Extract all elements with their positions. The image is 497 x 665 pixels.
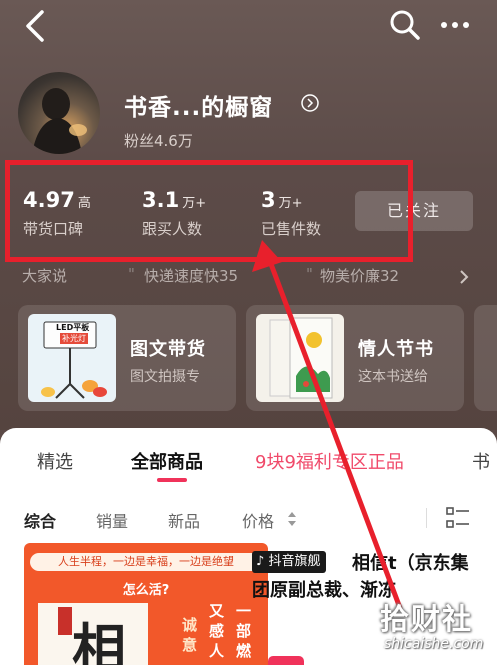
quote-mark: " xyxy=(128,265,135,283)
tab-9-9-promo[interactable]: 9块9福利专区正品 xyxy=(255,448,404,474)
chevron-right-icon[interactable] xyxy=(456,268,472,286)
product-vertical-text: 一部燃 xyxy=(236,602,252,660)
top-bar xyxy=(0,0,497,60)
reviews-label: 大家说 xyxy=(22,267,68,285)
quote-mark: " xyxy=(306,265,313,283)
search-icon[interactable] xyxy=(388,8,422,42)
product-vertical-text: 又感人 xyxy=(209,602,225,660)
card-thumbnail xyxy=(256,314,344,402)
product-slogan: 人生半程，一边是幸福，一边是绝望 xyxy=(30,553,262,571)
thumb-text: LED平板 xyxy=(56,323,90,332)
sort-sales[interactable]: 销量 xyxy=(96,508,128,532)
sort-price[interactable]: 价格 xyxy=(242,508,274,532)
back-arrow-icon[interactable] xyxy=(20,8,50,44)
active-tab-indicator xyxy=(157,478,187,482)
card-subtitle: 图文拍摄专 xyxy=(130,369,200,385)
flagship-badge: ♪ 抖音旗舰 xyxy=(252,551,327,573)
feature-card-image-text[interactable]: LED平板 补光灯 图文带货 图文拍摄专 xyxy=(18,305,236,411)
tab-books[interactable]: 书 xyxy=(472,448,490,474)
tab-featured[interactable]: 精选 xyxy=(37,448,73,474)
feature-card-peek[interactable] xyxy=(474,305,497,411)
avatar[interactable] xyxy=(18,72,100,154)
card-subtitle: 这本书送给 xyxy=(358,369,428,385)
watermark-url: shicaishe.com xyxy=(384,636,484,652)
book-title-char: 相 xyxy=(72,617,126,665)
badge-label: 抖音旗舰 xyxy=(268,554,321,569)
sort-new[interactable]: 新品 xyxy=(168,508,200,532)
fans-count: 粉丝4.6万 xyxy=(124,132,193,150)
card-title: 图文带货 xyxy=(130,339,206,360)
reviews-row[interactable]: 大家说 " 快递速度快35 " 物美价廉32 xyxy=(22,265,482,289)
more-options-icon[interactable] xyxy=(438,10,472,40)
shop-name[interactable]: 书香...的橱窗 xyxy=(124,88,273,122)
review-tag[interactable]: 快递速度快35 xyxy=(144,265,238,286)
divider xyxy=(426,508,427,528)
douyin-logo-icon: ♪ xyxy=(256,554,265,569)
annotation-highlight-box xyxy=(5,160,413,262)
product-slogan-question: 怎么活? xyxy=(122,583,170,598)
card-title: 情人节书 xyxy=(358,339,434,360)
watermark-logo: 拾财社 xyxy=(380,602,474,636)
sort-arrows-icon[interactable] xyxy=(286,510,298,528)
product-image[interactable]: 人生半程，一边是幸福，一边是绝望 怎么活? 相 一部燃 又感人 诚意 xyxy=(24,543,268,665)
price-tag xyxy=(268,656,304,665)
book-label xyxy=(58,607,72,635)
sort-comprehensive[interactable]: 综合 xyxy=(24,508,56,532)
book-cover: 相 xyxy=(38,603,148,665)
feature-card-valentine-books[interactable]: 情人节书 这本书送给 xyxy=(246,305,464,411)
shop-info-chevron-icon[interactable] xyxy=(300,93,320,113)
card-thumbnail: LED平板 补光灯 xyxy=(28,314,116,402)
review-tag[interactable]: 物美价廉32 xyxy=(320,265,399,286)
product-vertical-text: 诚意 xyxy=(182,616,198,654)
thumb-text: 补光灯 xyxy=(60,333,88,344)
tab-all-products[interactable]: 全部商品 xyxy=(131,448,203,474)
list-view-icon[interactable] xyxy=(445,505,471,531)
